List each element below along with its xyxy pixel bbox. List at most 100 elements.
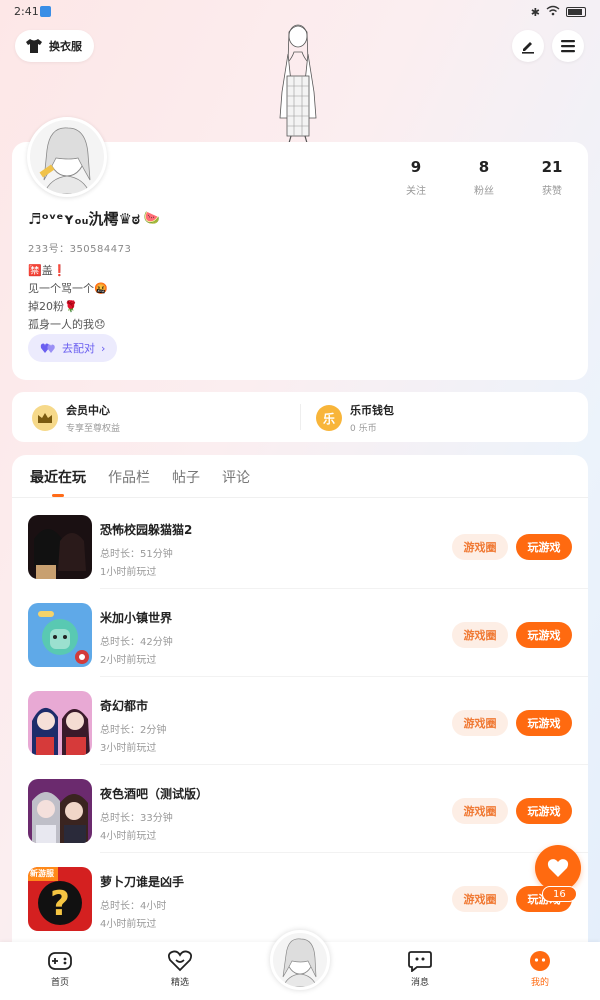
heart-icon (547, 859, 569, 877)
followers-label: 粉丝 (474, 186, 494, 197)
nav-messages-label: 消息 (410, 978, 429, 988)
bio-line: 见一个骂一个🤬 (28, 282, 108, 295)
game-duration: 总时长：4小时 (100, 901, 167, 912)
vip-center-entry[interactable]: 会员中心 专享至尊权益 (32, 402, 120, 434)
game-circle-button[interactable]: 游戏圈 (452, 534, 508, 560)
followers-count: 8 (478, 158, 490, 176)
match-label: 去配对 (62, 342, 95, 355)
user-id: 233号：350584473 (28, 244, 132, 255)
game-icon-horror-school (28, 515, 92, 579)
status-icons: ✱ (531, 5, 586, 19)
nav-home[interactable]: 首页 (30, 950, 90, 988)
following-count: 9 (410, 158, 422, 176)
game-last-played: 3小时前玩过 (100, 743, 157, 754)
cloud-notification-icon (40, 6, 51, 17)
chevron-right-icon: › (101, 341, 106, 355)
hamburger-menu-icon (561, 40, 575, 53)
coin-icon: 乐 (316, 405, 342, 431)
game-name: 夜色酒吧（测试版） (100, 787, 209, 801)
tab-posts[interactable]: 帖子 (172, 467, 200, 501)
tab-recent-play[interactable]: 最近在玩 (30, 467, 86, 501)
game-row[interactable]: ? 新游服 萝卜刀谁是凶手 总时长：4小时 4小时前玩过 游戏圈 玩游戏 (12, 853, 588, 941)
chat-bubble-icon (408, 951, 432, 972)
likes-label: 获赞 (542, 186, 562, 197)
wallet-title: 乐币钱包 (350, 404, 394, 417)
game-name: 米加小镇世界 (100, 611, 173, 625)
bio-line: 🈲盖❗ (28, 264, 67, 277)
game-icon-night-bar (28, 779, 92, 843)
bio-line: 孤身一人的我😞 (28, 318, 106, 331)
tab-divider (12, 497, 588, 498)
wallet-balance: 0 乐币 (350, 424, 377, 434)
game-last-played: 2小时前玩过 (100, 655, 157, 666)
vip-center-subtitle: 专享至尊权益 (66, 424, 121, 434)
tab-works[interactable]: 作品栏 (108, 467, 150, 501)
game-icon-miga-town (28, 603, 92, 667)
gamepad-icon (48, 952, 72, 970)
play-game-button[interactable]: 玩游戏 (516, 534, 572, 560)
bio: 🈲盖❗ 见一个骂一个🤬 掉20粉🌹 孤身一人的我😞 (28, 262, 108, 334)
game-row[interactable]: 恐怖校园躲猫猫2 总时长：51分钟 1小时前玩过 游戏圈 玩游戏 (12, 501, 588, 589)
status-bar: 2:41 ✱ (0, 0, 600, 24)
game-last-played: 1小时前玩过 (100, 567, 157, 578)
status-time: 2:41 (14, 5, 39, 18)
avatar[interactable] (27, 117, 107, 197)
change-outfit-button[interactable]: 换衣服 (15, 30, 94, 62)
menu-button[interactable] (552, 30, 584, 62)
bluetooth-icon: ✱ (530, 5, 540, 19)
likes-count: 21 (541, 158, 563, 176)
game-row[interactable]: 夜色酒吧（测试版） 总时长：33分钟 4小时前玩过 游戏圈 玩游戏 (12, 765, 588, 853)
pencil-icon (522, 42, 534, 54)
match-button[interactable]: 去配对 › (28, 334, 118, 362)
battery-icon (566, 7, 586, 17)
game-row[interactable]: 米加小镇世界 总时长：42分钟 2小时前玩过 游戏圈 玩游戏 (12, 589, 588, 677)
game-name: 萝卜刀谁是凶手 (100, 875, 185, 889)
nav-center-avatar[interactable] (270, 930, 330, 990)
bottom-navigation: 首页 精选 消息 我的 (0, 930, 600, 1000)
game-last-played: 4小时前玩过 (100, 919, 157, 930)
play-game-button[interactable]: 玩游戏 (516, 710, 572, 736)
nav-mine[interactable]: 我的 (510, 950, 570, 988)
like-count-badge: 16 (542, 886, 577, 902)
profile-tabs: 最近在玩 作品栏 帖子 评论 (30, 467, 250, 501)
nav-featured[interactable]: 精选 (150, 950, 210, 988)
crown-icon (32, 405, 58, 431)
tab-comments[interactable]: 评论 (222, 467, 250, 501)
wallet-entry[interactable]: 乐 乐币钱包 0 乐币 (316, 402, 394, 434)
game-name: 恐怖校园躲猫猫2 (100, 523, 193, 537)
play-game-button[interactable]: 玩游戏 (516, 798, 572, 824)
profile-stats: 9 关注 8 粉丝 21 获赞 (382, 158, 588, 197)
nav-mine-label: 我的 (530, 978, 549, 988)
game-duration: 总时长：2分钟 (100, 725, 167, 736)
stat-followers[interactable]: 8 粉丝 (450, 158, 518, 197)
double-heart-icon (40, 343, 55, 353)
character-avatar-figure[interactable] (258, 22, 338, 144)
game-circle-button[interactable]: 游戏圈 (452, 886, 508, 912)
edit-profile-button[interactable] (512, 30, 544, 62)
game-name: 奇幻都市 (100, 699, 149, 713)
game-circle-button[interactable]: 游戏圈 (452, 622, 508, 648)
change-outfit-label: 换衣服 (49, 40, 82, 53)
recent-games-card: 最近在玩 作品栏 帖子 评论 恐怖校园躲猫猫2 总时长：51分钟 1小时前玩过 … (12, 455, 588, 1000)
nickname: ♬ᵒᵛᵉʏₒᵤ氿樗♛ಠ 🍉 (28, 208, 160, 229)
new-server-badge: 新游服 (30, 869, 54, 878)
game-circle-button[interactable]: 游戏圈 (452, 710, 508, 736)
divider (300, 404, 301, 430)
bio-line: 掉20粉🌹 (28, 300, 78, 313)
nickname-text: ♬ᵒᵛᵉʏₒᵤ氿樗♛ಠ (28, 210, 140, 228)
game-row[interactable]: 奇幻都市 总时长：2分钟 3小时前玩过 游戏圈 玩游戏 (12, 677, 588, 765)
stat-following[interactable]: 9 关注 (382, 158, 450, 197)
stat-likes[interactable]: 21 获赞 (518, 158, 586, 197)
game-duration: 总时长：51分钟 (100, 549, 173, 560)
nav-featured-label: 精选 (170, 978, 189, 988)
smile-face-icon (530, 951, 550, 971)
game-last-played: 4小时前玩过 (100, 831, 157, 842)
floating-like-button[interactable] (535, 845, 581, 891)
game-duration: 总时长：33分钟 (100, 813, 173, 824)
nav-messages[interactable]: 消息 (390, 950, 450, 988)
watermelon-icon: 🍉 (143, 211, 161, 226)
play-game-button[interactable]: 玩游戏 (516, 622, 572, 648)
game-circle-button[interactable]: 游戏圈 (452, 798, 508, 824)
wifi-icon (546, 5, 560, 19)
game-duration: 总时长：42分钟 (100, 637, 173, 648)
